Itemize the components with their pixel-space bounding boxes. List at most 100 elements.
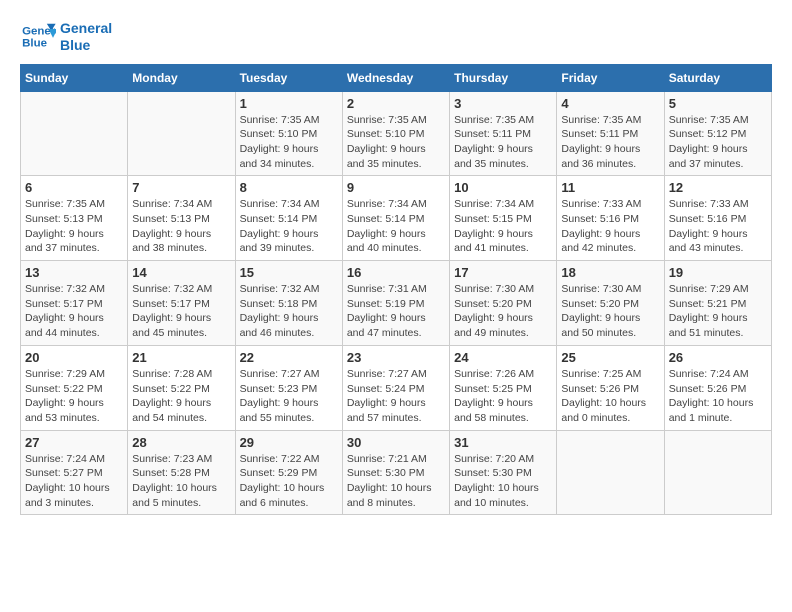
day-number: 9 [347,180,445,195]
header-sunday: Sunday [21,64,128,91]
day-number: 21 [132,350,230,365]
day-info: Sunrise: 7:35 AMSunset: 5:10 PMDaylight:… [347,113,445,172]
calendar-cell: 30 Sunrise: 7:21 AMSunset: 5:30 PMDayligh… [342,430,449,515]
calendar-cell: 19 Sunrise: 7:29 AMSunset: 5:21 PMDayligh… [664,261,771,346]
calendar-week-2: 6 Sunrise: 7:35 AMSunset: 5:13 PMDaylight… [21,176,772,261]
calendar-cell [128,91,235,176]
logo-text-line2: Blue [60,37,112,54]
calendar-cell: 28 Sunrise: 7:23 AMSunset: 5:28 PMDayligh… [128,430,235,515]
day-number: 1 [240,96,338,111]
day-info: Sunrise: 7:24 AMSunset: 5:26 PMDaylight:… [669,367,767,426]
calendar-cell: 1 Sunrise: 7:35 AMSunset: 5:10 PMDaylight… [235,91,342,176]
logo-text-line1: General [60,20,112,37]
header-thursday: Thursday [450,64,557,91]
calendar-cell: 25 Sunrise: 7:25 AMSunset: 5:26 PMDayligh… [557,345,664,430]
day-info: Sunrise: 7:35 AMSunset: 5:12 PMDaylight:… [669,113,767,172]
day-info: Sunrise: 7:30 AMSunset: 5:20 PMDaylight:… [561,282,659,341]
day-number: 11 [561,180,659,195]
day-number: 6 [25,180,123,195]
day-number: 5 [669,96,767,111]
calendar-week-3: 13 Sunrise: 7:32 AMSunset: 5:17 PMDayligh… [21,261,772,346]
day-number: 30 [347,435,445,450]
calendar-cell: 18 Sunrise: 7:30 AMSunset: 5:20 PMDayligh… [557,261,664,346]
calendar-cell: 8Sunrise: 7:34 AMSunset: 5:14 PMDaylight… [235,176,342,261]
header: General Blue General Blue [20,20,772,54]
calendar-cell: 15 Sunrise: 7:32 AMSunset: 5:18 PMDayligh… [235,261,342,346]
calendar-cell: 4 Sunrise: 7:35 AMSunset: 5:11 PMDaylight… [557,91,664,176]
day-number: 28 [132,435,230,450]
calendar-table: SundayMondayTuesdayWednesdayThursdayFrid… [20,64,772,516]
calendar-cell: 7 Sunrise: 7:34 AMSunset: 5:13 PMDaylight… [128,176,235,261]
calendar-cell: 23Sunrise: 7:27 AMSunset: 5:24 PMDayligh… [342,345,449,430]
day-number: 7 [132,180,230,195]
day-info: Sunrise: 7:26 AMSunset: 5:25 PMDaylight:… [454,367,552,426]
day-info: Sunrise: 7:34 AMSunset: 5:15 PMDaylight:… [454,197,552,256]
logo: General Blue General Blue [20,20,112,54]
calendar-cell: 29Sunrise: 7:22 AMSunset: 5:29 PMDayligh… [235,430,342,515]
day-number: 12 [669,180,767,195]
day-info: Sunrise: 7:35 AMSunset: 5:11 PMDaylight:… [561,113,659,172]
calendar-cell: 2 Sunrise: 7:35 AMSunset: 5:10 PMDaylight… [342,91,449,176]
calendar-cell: 3Sunrise: 7:35 AMSunset: 5:11 PMDaylight… [450,91,557,176]
day-number: 26 [669,350,767,365]
svg-text:Blue: Blue [22,38,47,50]
day-number: 24 [454,350,552,365]
calendar-cell: 17Sunrise: 7:30 AMSunset: 5:20 PMDayligh… [450,261,557,346]
calendar-week-1: 1 Sunrise: 7:35 AMSunset: 5:10 PMDaylight… [21,91,772,176]
day-info: Sunrise: 7:25 AMSunset: 5:26 PMDaylight:… [561,367,659,426]
header-tuesday: Tuesday [235,64,342,91]
calendar-cell: 11 Sunrise: 7:33 AMSunset: 5:16 PMDayligh… [557,176,664,261]
calendar-cell: 26 Sunrise: 7:24 AMSunset: 5:26 PMDayligh… [664,345,771,430]
day-info: Sunrise: 7:28 AMSunset: 5:22 PMDaylight:… [132,367,230,426]
header-wednesday: Wednesday [342,64,449,91]
day-info: Sunrise: 7:27 AMSunset: 5:24 PMDaylight:… [347,367,445,426]
day-number: 3 [454,96,552,111]
day-info: Sunrise: 7:32 AMSunset: 5:18 PMDaylight:… [240,282,338,341]
calendar-cell: 14 Sunrise: 7:32 AMSunset: 5:17 PMDayligh… [128,261,235,346]
header-friday: Friday [557,64,664,91]
day-info: Sunrise: 7:34 AMSunset: 5:14 PMDaylight:… [240,197,338,256]
day-info: Sunrise: 7:30 AMSunset: 5:20 PMDaylight:… [454,282,552,341]
day-number: 22 [240,350,338,365]
day-info: Sunrise: 7:27 AMSunset: 5:23 PMDaylight:… [240,367,338,426]
calendar-cell: 13 Sunrise: 7:32 AMSunset: 5:17 PMDayligh… [21,261,128,346]
calendar-cell: 24 Sunrise: 7:26 AMSunset: 5:25 PMDayligh… [450,345,557,430]
day-info: Sunrise: 7:32 AMSunset: 5:17 PMDaylight:… [25,282,123,341]
day-info: Sunrise: 7:20 AMSunset: 5:30 PMDaylight:… [454,452,552,511]
calendar-cell: 27Sunrise: 7:24 AMSunset: 5:27 PMDayligh… [21,430,128,515]
day-number: 25 [561,350,659,365]
day-number: 2 [347,96,445,111]
logo-icon: General Blue [20,22,56,52]
day-number: 18 [561,265,659,280]
calendar-week-4: 20 Sunrise: 7:29 AMSunset: 5:22 PMDayligh… [21,345,772,430]
day-info: Sunrise: 7:35 AMSunset: 5:13 PMDaylight:… [25,197,123,256]
day-number: 15 [240,265,338,280]
day-info: Sunrise: 7:23 AMSunset: 5:28 PMDaylight:… [132,452,230,511]
calendar-week-5: 27Sunrise: 7:24 AMSunset: 5:27 PMDayligh… [21,430,772,515]
header-saturday: Saturday [664,64,771,91]
day-info: Sunrise: 7:21 AMSunset: 5:30 PMDaylight:… [347,452,445,511]
day-info: Sunrise: 7:22 AMSunset: 5:29 PMDaylight:… [240,452,338,511]
calendar-cell: 12Sunrise: 7:33 AMSunset: 5:16 PMDayligh… [664,176,771,261]
day-number: 16 [347,265,445,280]
day-number: 10 [454,180,552,195]
day-number: 19 [669,265,767,280]
day-info: Sunrise: 7:29 AMSunset: 5:21 PMDaylight:… [669,282,767,341]
day-info: Sunrise: 7:32 AMSunset: 5:17 PMDaylight:… [132,282,230,341]
day-number: 27 [25,435,123,450]
day-info: Sunrise: 7:33 AMSunset: 5:16 PMDaylight:… [561,197,659,256]
calendar-cell: 22 Sunrise: 7:27 AMSunset: 5:23 PMDayligh… [235,345,342,430]
calendar-cell: 31 Sunrise: 7:20 AMSunset: 5:30 PMDayligh… [450,430,557,515]
day-info: Sunrise: 7:34 AMSunset: 5:13 PMDaylight:… [132,197,230,256]
day-number: 4 [561,96,659,111]
calendar-cell: 10 Sunrise: 7:34 AMSunset: 5:15 PMDayligh… [450,176,557,261]
day-number: 14 [132,265,230,280]
day-info: Sunrise: 7:29 AMSunset: 5:22 PMDaylight:… [25,367,123,426]
calendar-cell: 6 Sunrise: 7:35 AMSunset: 5:13 PMDaylight… [21,176,128,261]
day-number: 13 [25,265,123,280]
day-number: 31 [454,435,552,450]
day-number: 20 [25,350,123,365]
day-info: Sunrise: 7:35 AMSunset: 5:10 PMDaylight:… [240,113,338,172]
calendar-cell [557,430,664,515]
day-info: Sunrise: 7:31 AMSunset: 5:19 PMDaylight:… [347,282,445,341]
